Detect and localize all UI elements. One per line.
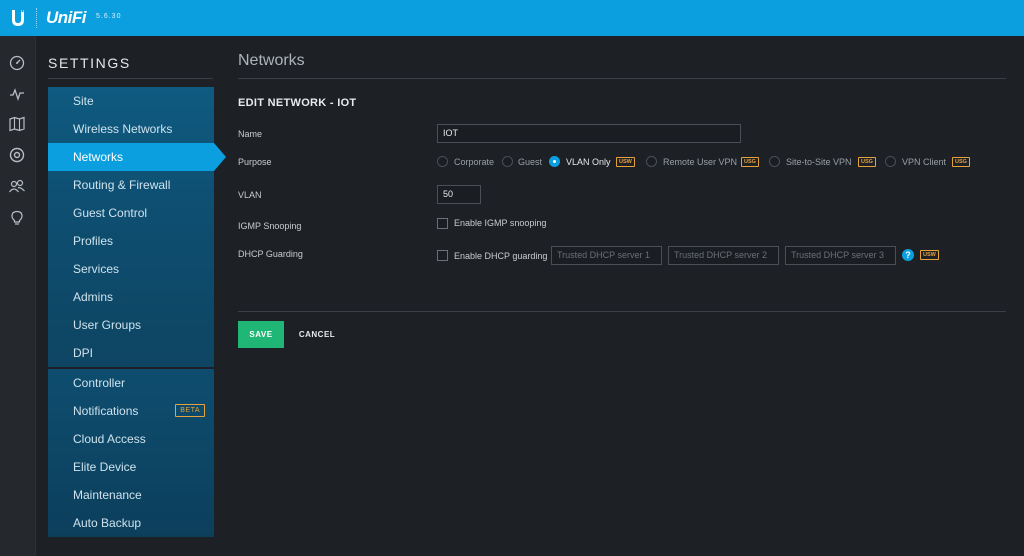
clients-icon[interactable] [6,175,28,197]
devices-icon[interactable] [6,144,28,166]
sidebar-item-admins[interactable]: Admins [48,283,214,311]
purpose-radio-vlan-only[interactable] [549,156,560,167]
purpose-radio-site-to-site-vpn[interactable] [769,156,780,167]
usg-tag: USG [858,157,876,167]
sidebar-item-networks[interactable]: Networks [48,143,226,171]
vlan-label: VLAN [238,190,262,200]
dashboard-icon[interactable] [6,52,28,74]
section-title: EDIT NETWORK - IOT [238,97,357,109]
left-icon-rail [0,36,36,556]
purpose-radio-vpn-client[interactable] [885,156,896,167]
settings-title: SETTINGS [48,55,131,71]
sidebar-item-cloud-access[interactable]: Cloud Access [48,425,214,453]
vlan-input[interactable]: 50 [437,185,481,204]
purpose-radio-guest[interactable] [502,156,513,167]
sidebar-item-controller[interactable]: Controller [48,369,214,397]
usg-tag: USG [741,157,759,167]
sidebar-item-elite-device[interactable]: Elite Device [48,453,214,481]
beta-badge: BETA [175,404,205,417]
igmp-snooping-label: IGMP Snooping [238,221,302,231]
name-label: Name [238,129,263,139]
top-bar: UniFi 5.6.30 [0,0,1024,36]
settings-nav-group-controller: Controller Notifications BETA Cloud Acce… [48,369,214,537]
cancel-button[interactable]: CANCEL [292,321,342,348]
trusted-dhcp-server-1-input[interactable]: Trusted DHCP server 1 [551,246,662,265]
sidebar-item-notifications[interactable]: Notifications BETA [48,397,214,425]
form-divider [238,311,1006,312]
purpose-label-vpn-client[interactable]: VPN Client [902,157,946,167]
sidebar-item-guest-control[interactable]: Guest Control [48,199,214,227]
sidebar-item-profiles[interactable]: Profiles [48,227,214,255]
active-indicator-arrow [214,143,226,171]
page-title: Networks [238,52,305,69]
sidebar-item-maintenance[interactable]: Maintenance [48,481,214,509]
dhcp-guarding-label: DHCP Guarding [238,249,303,259]
map-icon[interactable] [6,113,28,135]
purpose-label-corporate[interactable]: Corporate [454,157,494,167]
dhcp-guarding-checkbox-label[interactable]: Enable DHCP guarding [454,251,547,261]
insights-icon[interactable] [6,207,28,229]
save-button[interactable]: SAVE [238,321,284,348]
statistics-icon[interactable] [6,83,28,105]
usw-tag: USW [616,157,635,167]
dhcp-guarding-checkbox[interactable] [437,250,448,261]
purpose-label-guest[interactable]: Guest [518,157,542,167]
purpose-label-vlan-only[interactable]: VLAN Only [566,157,611,167]
purpose-radio-remote-user-vpn[interactable] [646,156,657,167]
sidebar-item-user-groups[interactable]: User Groups [48,311,214,339]
sidebar-item-label: Networks [73,150,124,164]
sidebar-item-routing-firewall[interactable]: Routing & Firewall [48,171,214,199]
sidebar-item-label: Notifications [73,404,139,418]
purpose-label: Purpose [238,157,272,167]
settings-nav-group-site: Site Wireless Networks Networks Routing … [48,87,226,367]
sidebar-item-site[interactable]: Site [48,87,214,115]
usg-tag: USG [952,157,970,167]
purpose-radio-corporate[interactable] [437,156,448,167]
sidebar-item-services[interactable]: Services [48,255,214,283]
ubiquiti-logo-icon[interactable] [0,0,36,36]
purpose-label-site-to-site-vpn[interactable]: Site-to-Site VPN [786,157,852,167]
trusted-dhcp-server-2-input[interactable]: Trusted DHCP server 2 [668,246,779,265]
purpose-label-remote-user-vpn[interactable]: Remote User VPN [663,157,737,167]
sidebar-item-wireless-networks[interactable]: Wireless Networks [48,115,214,143]
sidebar-item-auto-backup[interactable]: Auto Backup [48,509,214,537]
igmp-snooping-checkbox-label[interactable]: Enable IGMP snooping [454,218,546,228]
version-label: 5.6.30 [96,13,122,20]
name-input[interactable]: IOT [437,124,741,143]
igmp-snooping-checkbox[interactable] [437,218,448,229]
brand-name: UniFi [46,8,87,27]
usw-tag: USW [920,250,939,260]
trusted-dhcp-server-3-input[interactable]: Trusted DHCP server 3 [785,246,896,265]
help-icon[interactable]: ? [902,249,914,261]
logo-divider [36,8,37,28]
sidebar-item-dpi[interactable]: DPI [48,339,214,367]
title-divider [238,78,1006,79]
settings-divider [48,78,213,79]
